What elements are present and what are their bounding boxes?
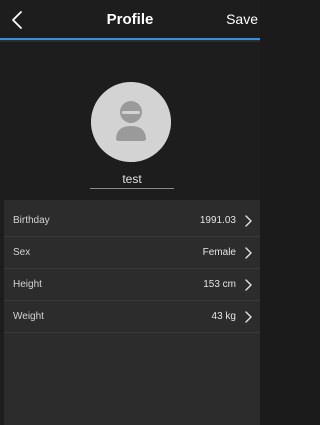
row-label: Sex [13,247,31,258]
avatar[interactable] [91,82,171,162]
row-sex[interactable]: Sex Female [4,237,260,269]
chevron-right-icon [245,311,252,323]
row-birthday[interactable]: Birthday 1991.03 [4,205,260,237]
row-value: 1991.03 [199,215,236,226]
username-underline [90,188,174,189]
user-avatar-icon [91,82,171,162]
profile-header: test [0,42,260,200]
nav-bar: Profile Save [0,0,260,40]
username-field[interactable]: test [90,172,174,186]
row-label: Birthday [13,215,50,226]
row-label: Height [13,279,42,290]
profile-fields-list: Birthday 1991.03 Sex Female Height 153 c… [4,205,260,333]
row-weight[interactable]: Weight 43 kg [4,301,260,333]
profile-screen: Profile Save test Birthday 1991.03 Sex F… [0,0,260,425]
page-title: Profile [106,11,154,28]
save-button[interactable]: Save [226,11,258,27]
row-value: Female [202,247,236,258]
chevron-right-icon [245,279,252,291]
row-value: 43 kg [211,311,236,322]
chevron-right-icon [245,247,252,259]
row-value: 153 cm [203,279,236,290]
row-label: Weight [13,311,44,322]
row-height[interactable]: Height 153 cm [4,269,260,301]
chevron-right-icon [245,215,252,227]
